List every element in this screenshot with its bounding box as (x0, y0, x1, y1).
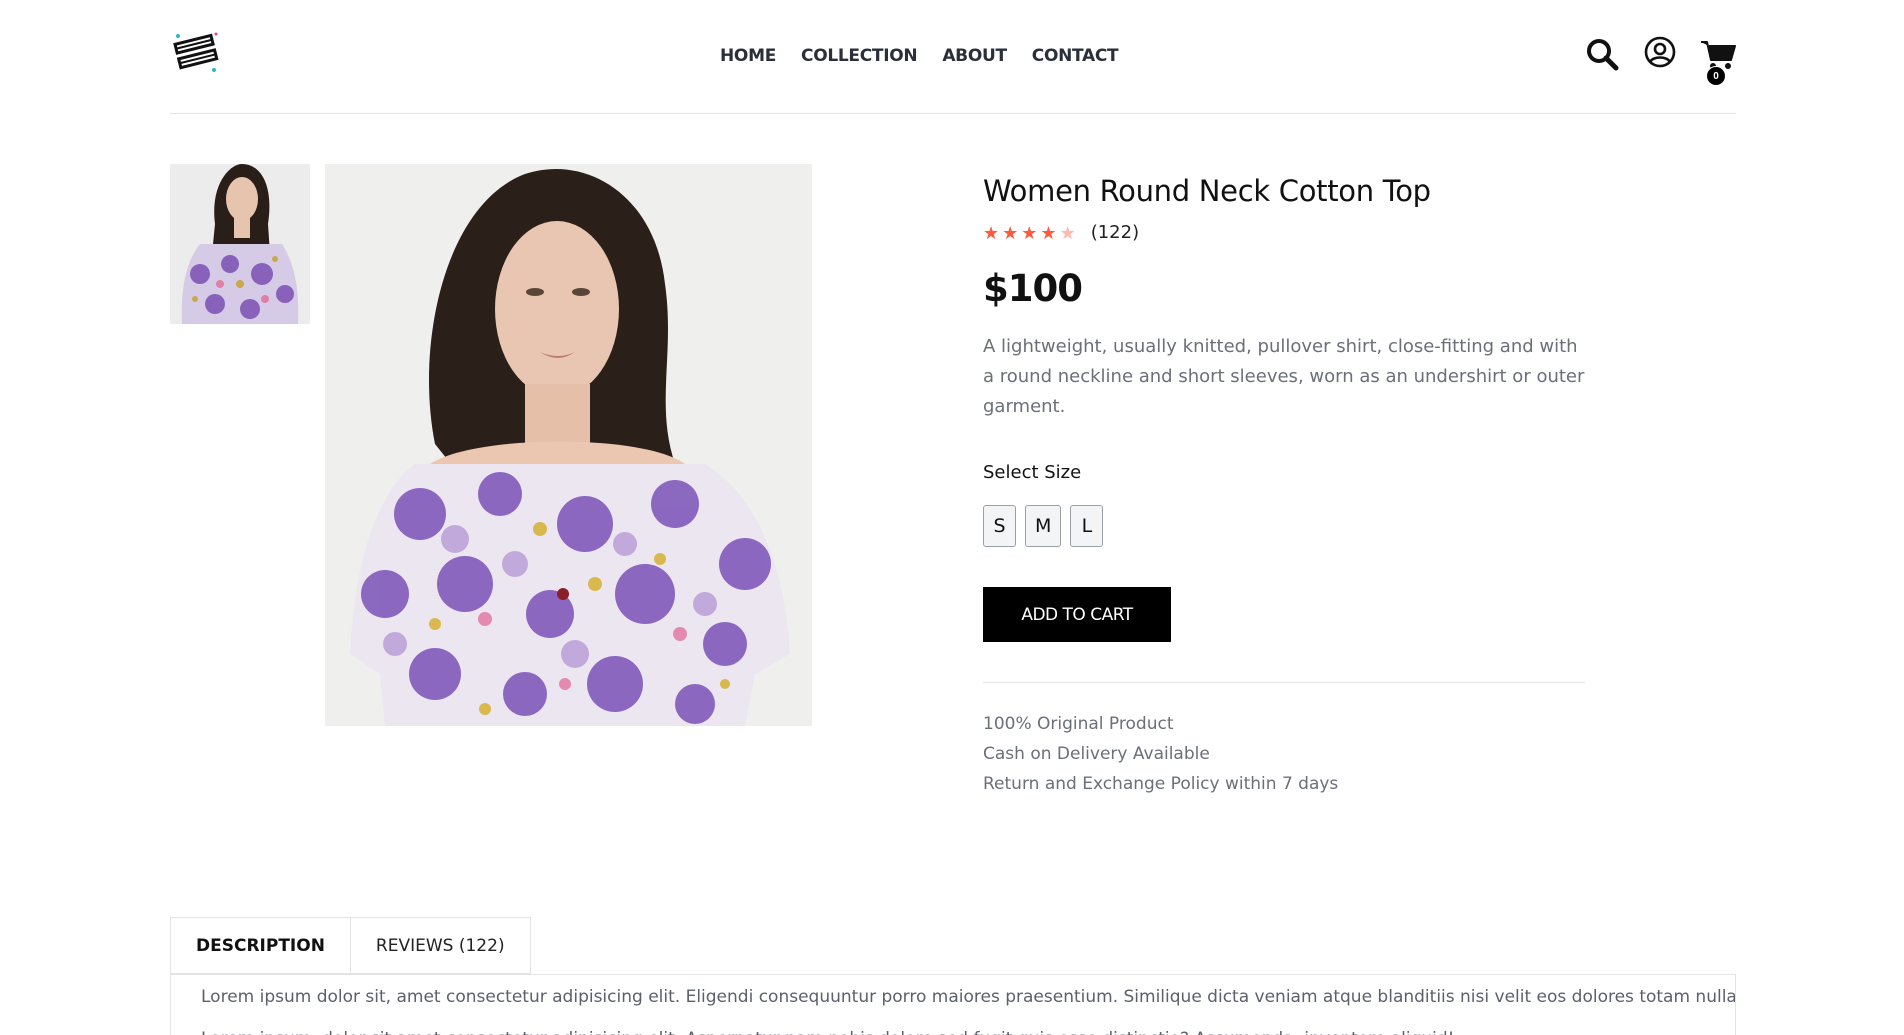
feature-item: Return and Exchange Policy within 7 days (983, 774, 1339, 794)
product-tabs: DESCRIPTION REVIEWS (122) (170, 917, 531, 974)
product-features: 100% Original Product Cash on Delivery A… (983, 709, 1587, 799)
nav-collection[interactable]: COLLECTION (801, 46, 918, 66)
nav-about[interactable]: ABOUT (942, 46, 1007, 66)
search-icon[interactable] (1584, 36, 1620, 72)
site-header: HOME COLLECTION ABOUT CONTACT 0 (170, 0, 1736, 114)
size-option-l[interactable]: L (1070, 505, 1104, 547)
feature-item: Cash on Delivery Available (983, 744, 1210, 764)
divider (983, 682, 1585, 683)
user-icon[interactable] (1642, 36, 1678, 72)
size-option-m[interactable]: M (1025, 505, 1062, 547)
brand-logo[interactable] (170, 26, 222, 78)
product-title: Women Round Neck Cotton Top (983, 174, 1431, 208)
nav-contact[interactable]: CONTACT (1032, 46, 1119, 66)
description-paragraph: Lorem ipsum, dolor sit amet consectetur … (201, 1019, 1705, 1035)
cart-icon[interactable]: 0 (1700, 36, 1736, 86)
size-options: S M L (983, 505, 1587, 547)
tab-panel-description: Lorem ipsum dolor sit, amet consectetur … (170, 974, 1736, 1035)
cart-count-badge: 0 (1706, 66, 1726, 86)
nav-home[interactable]: HOME (720, 46, 776, 66)
feature-item: 100% Original Product (983, 714, 1174, 734)
product-main-image (325, 164, 812, 726)
product-price: $100 (983, 267, 1083, 310)
star-icon: ★ (1002, 222, 1019, 243)
main-nav: HOME COLLECTION ABOUT CONTACT (720, 46, 1119, 66)
product-info: Women Round Neck Cotton Top ★ ★ ★ ★ ★ (1… (983, 174, 1587, 799)
tab-reviews[interactable]: REVIEWS (122) (350, 917, 531, 974)
size-option-s[interactable]: S (983, 505, 1016, 547)
star-icon: ★ (1040, 222, 1057, 243)
product-description: A lightweight, usually knitted, pullover… (983, 336, 1585, 417)
star-icon: ★ (1021, 222, 1038, 243)
product-rating: ★ ★ ★ ★ ★ (122) (983, 222, 1587, 243)
add-to-cart-button[interactable]: ADD TO CART (983, 587, 1171, 642)
size-label: Select Size (983, 462, 1082, 483)
review-count: (122) (1090, 222, 1140, 243)
description-paragraph: Lorem ipsum dolor sit, amet consectetur … (201, 987, 1736, 1007)
product-thumbnail[interactable] (170, 164, 310, 324)
tab-description[interactable]: DESCRIPTION (170, 917, 351, 974)
header-icons: 0 (1584, 36, 1736, 86)
star-empty-icon: ★ (1059, 222, 1076, 243)
star-icon: ★ (983, 222, 1000, 243)
